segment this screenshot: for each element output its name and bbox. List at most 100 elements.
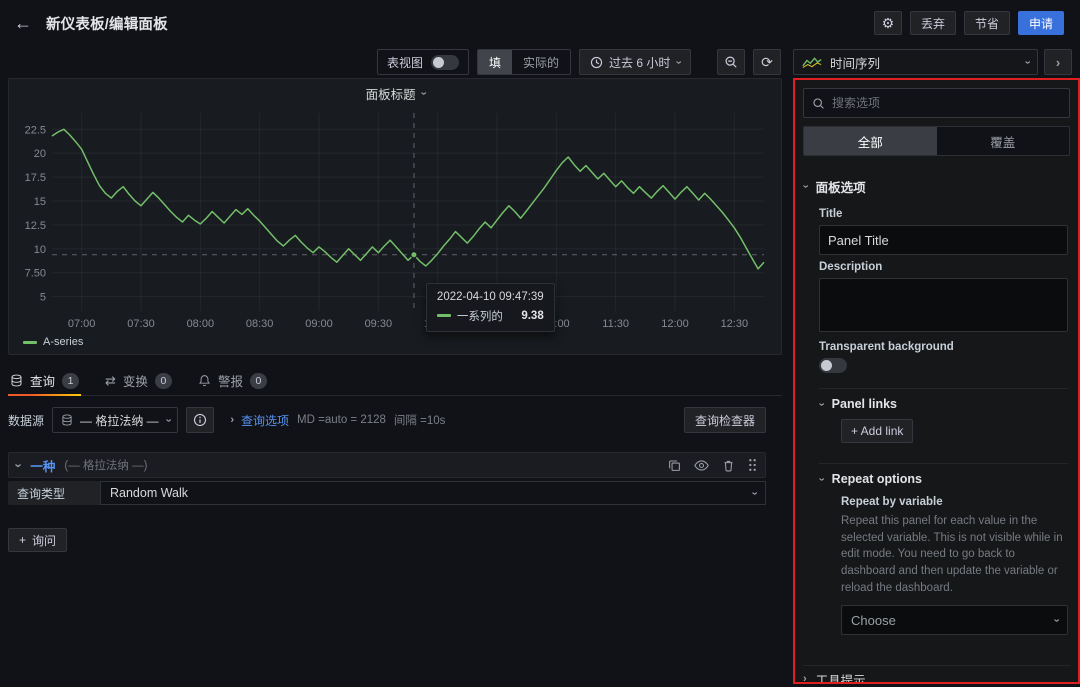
- options-tab-all[interactable]: 全部: [804, 127, 937, 155]
- table-view-switch[interactable]: [431, 55, 459, 70]
- collapse-options-button[interactable]: ›: [1044, 49, 1072, 75]
- query-options-toggle[interactable]: › 查询选项: [230, 412, 289, 429]
- chevron-right-icon: ›: [230, 415, 234, 426]
- chart-legend[interactable]: A-series: [23, 336, 83, 348]
- fill-button[interactable]: 填: [478, 50, 512, 74]
- svg-text:17.5: 17.5: [25, 172, 46, 184]
- info-icon: [193, 413, 207, 427]
- zoom-out-button[interactable]: [717, 49, 745, 75]
- datasource-picker[interactable]: — 格拉法纳 — ›: [52, 407, 178, 433]
- svg-text:22.5: 22.5: [25, 124, 46, 136]
- chart-tooltip: 2022-04-10 09:47:39 一系列的 9.38: [426, 283, 555, 332]
- svg-text:08:00: 08:00: [187, 318, 215, 330]
- options-mode-tabs: 全部 覆盖: [803, 126, 1070, 156]
- size-mode-group: 填 实际的: [477, 49, 571, 75]
- search-icon: [812, 97, 825, 110]
- svg-text:12:30: 12:30: [721, 318, 749, 330]
- section-panel-links-label: Panel links: [832, 397, 897, 411]
- tab-alert[interactable]: 警报 0: [196, 366, 269, 395]
- options-tab-overrides[interactable]: 覆盖: [937, 127, 1070, 155]
- query-inspector-button[interactable]: 查询检查器: [684, 407, 766, 433]
- apply-button[interactable]: 申请: [1018, 11, 1064, 35]
- timeseries-chart[interactable]: 22.52017.51512.5107.50507:0007:3008:0008…: [14, 105, 776, 337]
- query-row-datasource: (— 格拉法纳 —): [64, 457, 147, 473]
- section-tooltip-label: 工具提示: [816, 670, 866, 684]
- settings-button[interactable]: ⚙: [874, 11, 902, 35]
- title-field-label: Title: [819, 208, 1068, 220]
- delete-query-button[interactable]: [722, 459, 735, 472]
- series-color-swatch: [23, 341, 37, 344]
- duplicate-query-button[interactable]: [668, 459, 681, 472]
- query-type-select[interactable]: Random Walk ›: [100, 481, 766, 505]
- chevron-down-icon: ›: [815, 402, 826, 406]
- chevron-down-icon: ›: [1051, 619, 1062, 623]
- interval-summary: 间隔 =10s: [394, 412, 445, 428]
- repeat-variable-placeholder: Choose: [851, 613, 896, 628]
- discard-button[interactable]: 丢弃: [910, 11, 956, 35]
- chevron-down-icon: ›: [417, 92, 428, 96]
- time-range-picker[interactable]: 过去 6 小时 ›: [579, 49, 691, 75]
- datasource-help-button[interactable]: [186, 407, 214, 433]
- tab-query-label: 查询: [30, 371, 55, 390]
- transparent-background-toggle[interactable]: [819, 358, 847, 373]
- transparent-background-label: Transparent background: [819, 341, 1068, 353]
- actual-button[interactable]: 实际的: [512, 50, 570, 74]
- section-repeat-options[interactable]: › Repeat options: [819, 464, 1068, 494]
- query-type-label: 查询类型: [8, 481, 100, 505]
- add-query-label: 询问: [32, 532, 56, 549]
- tab-transform[interactable]: ⇄ 变换 0: [103, 366, 174, 395]
- add-query-button[interactable]: + 询问: [8, 528, 67, 552]
- panel-title-text: 面板标题: [366, 84, 416, 103]
- section-tooltip[interactable]: › 工具提示: [803, 665, 1070, 684]
- header: ← 新仪表板/编辑面板 ⚙ 丢弃 节省 申请: [0, 0, 1080, 46]
- copy-icon: [668, 459, 681, 472]
- timeseries-icon: [802, 56, 822, 69]
- chevron-down-icon: ›: [749, 491, 760, 495]
- svg-text:20: 20: [34, 148, 46, 160]
- section-panel-options[interactable]: › 面板选项: [803, 170, 1070, 202]
- svg-text:7.50: 7.50: [25, 268, 46, 280]
- visualization-picker[interactable]: 时间序列 ›: [793, 49, 1038, 75]
- datasource-value: — 格拉法纳 —: [80, 412, 159, 429]
- panel-title-menu[interactable]: 面板标题 ›: [9, 84, 781, 103]
- alert-count-badge: 0: [250, 373, 267, 389]
- options-search-input[interactable]: [832, 96, 1061, 110]
- panel-description-input[interactable]: [819, 278, 1068, 332]
- svg-text:08:30: 08:30: [246, 318, 274, 330]
- svg-text:12:00: 12:00: [661, 318, 689, 330]
- panel-preview: 面板标题 › 22.52017.51512.5107.50507:0007:30…: [8, 78, 782, 355]
- tab-query[interactable]: 查询 1: [8, 366, 81, 395]
- section-panel-links[interactable]: › Panel links: [819, 389, 1068, 419]
- query-row-header[interactable]: › 一种 (— 格拉法纳 —): [8, 452, 766, 478]
- panel-title-input[interactable]: [819, 225, 1068, 255]
- section-repeat-options-label: Repeat options: [832, 472, 922, 486]
- chevron-down-icon: ›: [13, 463, 26, 467]
- chevron-right-icon: ›: [803, 674, 807, 684]
- clock-icon: [590, 56, 603, 69]
- page-title: 新仪表板/编辑面板: [46, 13, 168, 34]
- svg-text:07:00: 07:00: [68, 318, 96, 330]
- transform-count-badge: 0: [155, 373, 172, 389]
- viz-type-label: 时间序列: [830, 53, 880, 72]
- svg-text:5: 5: [40, 292, 46, 304]
- panel-options-sidebar: 全部 覆盖 › 面板选项 Title Description Transpare…: [793, 78, 1080, 684]
- drag-handle[interactable]: [748, 458, 757, 472]
- database-icon: [61, 414, 73, 426]
- refresh-button[interactable]: ⟳: [753, 49, 781, 75]
- chevron-down-icon: ›: [673, 60, 684, 64]
- database-icon: [10, 374, 23, 387]
- hide-query-button[interactable]: [694, 459, 709, 472]
- repeat-help-text: Repeat this panel for each value in the …: [841, 513, 1068, 596]
- back-button[interactable]: ←: [14, 14, 32, 32]
- max-datapoints-summary: MD =auto = 2128: [297, 414, 386, 426]
- section-panel-options-label: 面板选项: [816, 177, 866, 196]
- table-view-toggle[interactable]: 表视图: [377, 49, 469, 75]
- edit-toolbar: 表视图 填 实际的 过去 6 小时 › ⟳ 时间序列 › ›: [0, 46, 1080, 78]
- add-link-button[interactable]: + Add link: [841, 419, 913, 443]
- eye-icon: [694, 459, 709, 472]
- query-options-label: 查询选项: [241, 412, 289, 429]
- query-type-value: Random Walk: [110, 486, 188, 500]
- repeat-variable-select[interactable]: Choose ›: [841, 605, 1068, 635]
- query-count-badge: 1: [62, 373, 79, 389]
- save-button[interactable]: 节省: [964, 11, 1010, 35]
